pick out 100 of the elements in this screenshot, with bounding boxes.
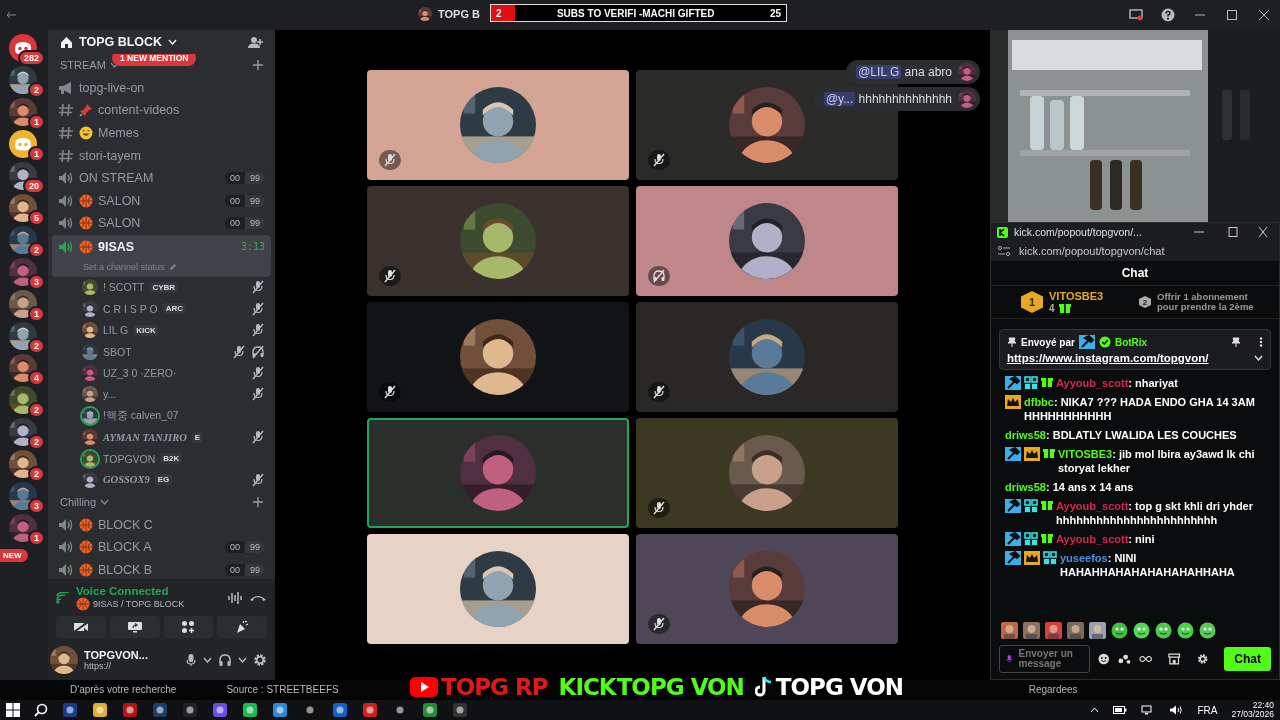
app-icon[interactable] xyxy=(212,702,228,718)
notification-badge: 20 xyxy=(23,178,45,194)
emote-icon[interactable] xyxy=(1199,622,1216,639)
chevron-up-icon[interactable] xyxy=(1090,707,1100,713)
voice-channel-item[interactable]: SALON 00 99 xyxy=(52,189,271,213)
help-icon[interactable] xyxy=(1161,8,1175,22)
participant-tile[interactable] xyxy=(367,70,629,180)
voice-member[interactable]: y... xyxy=(52,383,271,406)
voice-channel-item[interactable]: BLOCK B 00 99 xyxy=(52,558,271,579)
app-icon[interactable] xyxy=(92,702,108,718)
site-settings-icon[interactable] xyxy=(997,245,1011,257)
channel-item[interactable]: Memes xyxy=(52,121,271,145)
participant-tile[interactable] xyxy=(636,302,898,412)
leader-name[interactable]: VITOSBE3 xyxy=(1049,290,1104,302)
message-input[interactable]: Envoyer un message xyxy=(999,645,1091,673)
hang-up-icon[interactable] xyxy=(249,593,267,603)
app-icon[interactable] xyxy=(422,702,438,718)
screen-share-icon[interactable] xyxy=(1129,9,1143,21)
voice-member[interactable]: ! SCOTT CYBR xyxy=(52,276,271,299)
participant-tile[interactable] xyxy=(367,534,629,644)
home-icon[interactable] xyxy=(60,35,73,49)
hash-icon xyxy=(58,148,74,163)
headphones-icon[interactable] xyxy=(218,653,232,667)
crown-badge-icon xyxy=(1024,447,1040,461)
gift-badge-icon xyxy=(1058,302,1071,314)
settings-icon[interactable] xyxy=(1196,653,1209,665)
voice-location[interactable]: 9ISAS / TOPG BLOCK xyxy=(93,599,185,609)
emote-icon[interactable] xyxy=(1177,622,1194,639)
settings-icon[interactable] xyxy=(253,653,267,667)
maximize-icon[interactable] xyxy=(1227,227,1239,237)
category-label[interactable]: STREAM xyxy=(60,59,106,72)
app-icon[interactable] xyxy=(182,702,198,718)
emote-icon[interactable] xyxy=(1111,622,1128,639)
search-icon[interactable] xyxy=(34,703,48,717)
camera-off-button[interactable] xyxy=(56,616,106,638)
sound-wave-icon[interactable] xyxy=(227,591,243,605)
app-icon[interactable] xyxy=(62,702,78,718)
back-arrow-icon[interactable] xyxy=(6,11,16,19)
language-indicator[interactable]: FRA xyxy=(1197,704,1218,716)
close-icon[interactable] xyxy=(1257,227,1269,237)
participant-tile[interactable] xyxy=(367,186,629,296)
maximize-icon[interactable] xyxy=(1225,8,1239,22)
channel-item[interactable]: topg-live-on xyxy=(52,76,271,100)
music-note-logo-icon xyxy=(754,676,773,698)
participant-tile[interactable] xyxy=(367,302,629,412)
pin-icon[interactable] xyxy=(1231,337,1241,347)
voice-channel-item[interactable]: BLOCK C xyxy=(52,513,271,536)
channel-item[interactable]: stori-tayem xyxy=(52,144,271,167)
category-label[interactable]: Chilling xyxy=(60,495,97,508)
channel-item[interactable]: content-videos xyxy=(52,99,271,122)
clock-time[interactable]: 22:40 xyxy=(1252,701,1274,710)
participant-tile[interactable] xyxy=(367,418,629,528)
voice-member[interactable]: LIL G KICK xyxy=(52,319,271,341)
store-icon[interactable] xyxy=(1168,653,1181,665)
voice-channel-item[interactable]: ON STREAM 00 99 xyxy=(52,166,271,190)
participant-tile[interactable] xyxy=(636,418,898,528)
plus-icon[interactable] xyxy=(253,496,263,507)
voice-member[interactable]: TOPGVON B2K xyxy=(52,447,271,470)
volume-icon[interactable] xyxy=(1169,705,1184,715)
plus-icon[interactable] xyxy=(253,60,263,71)
gift-offer-text[interactable]: Offrir 1 abonnement pour prendre la 2ème xyxy=(1157,292,1269,312)
app-icon[interactable] xyxy=(122,702,138,718)
participant-tile[interactable] xyxy=(636,534,898,644)
infinity-icon[interactable] xyxy=(1139,655,1153,663)
windows-icon[interactable] xyxy=(6,703,20,717)
clock-date[interactable]: 27/03/2026 xyxy=(1231,710,1274,719)
pinned-link[interactable]: https://www.instagram.com/topgvon/ xyxy=(1007,352,1244,364)
server-name[interactable]: TOPG BLOCK xyxy=(79,35,163,49)
mention-notification[interactable]: @LIL G ana abro xyxy=(846,60,980,84)
more-options-icon[interactable] xyxy=(1259,337,1263,347)
mention-pill[interactable]: 1 NEW MENTION xyxy=(112,54,197,66)
voice-member[interactable]: !핵중 calven_07 xyxy=(52,405,271,427)
member-name: C R I S P O xyxy=(103,302,158,315)
chat-send-button[interactable]: Chat xyxy=(1224,647,1271,671)
voice-member[interactable]: SBOT xyxy=(52,340,271,363)
app-icon[interactable] xyxy=(362,702,378,718)
add-member-icon[interactable] xyxy=(248,35,263,49)
voice-member[interactable]: C R I S P O ARC xyxy=(52,298,271,320)
participant-tile[interactable] xyxy=(636,186,898,296)
emote-picker-icon[interactable] xyxy=(1098,653,1110,665)
soundboard-button[interactable] xyxy=(217,616,267,638)
emote-icon[interactable] xyxy=(1133,622,1150,639)
mention-notification[interactable]: @y... hhhhhhhhhhhhhh xyxy=(813,87,980,111)
voice-member[interactable]: GOSSOX9 EG xyxy=(52,469,271,491)
app-icon[interactable] xyxy=(152,702,168,718)
emote-icon[interactable] xyxy=(1155,622,1172,639)
screen-share-button[interactable] xyxy=(109,616,160,638)
microphone-icon[interactable] xyxy=(185,653,197,667)
voice-member[interactable]: UZ_3 0 ·ZERO· xyxy=(52,362,271,384)
app-icon[interactable] xyxy=(272,702,288,718)
voice-member[interactable]: AYMAN TANJIRO E xyxy=(52,426,271,448)
activities-button[interactable] xyxy=(163,616,214,638)
pencil-icon[interactable] xyxy=(168,263,177,272)
bubbles-icon[interactable] xyxy=(1117,653,1132,665)
app-icon[interactable] xyxy=(332,702,348,718)
app-icon[interactable] xyxy=(242,702,258,718)
voice-channel-item[interactable]: SALON 00 99 xyxy=(52,212,271,235)
app-icon[interactable] xyxy=(452,702,468,718)
close-icon[interactable] xyxy=(1257,8,1271,22)
voice-channel-item[interactable]: BLOCK A 00 99 xyxy=(52,535,271,559)
